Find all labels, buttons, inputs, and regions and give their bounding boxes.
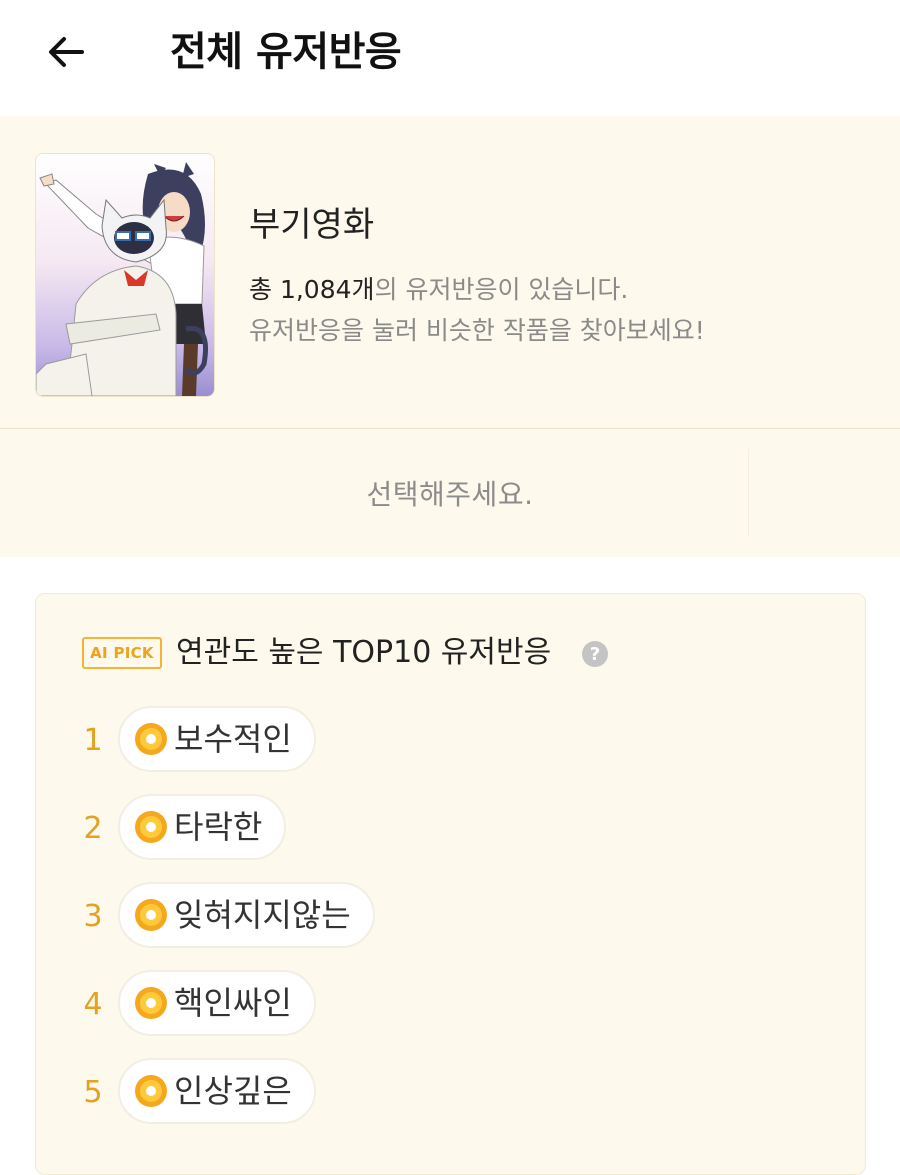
rank-number: 4 [83,987,103,1022]
reaction-chip[interactable]: 인상깊은 [118,1058,316,1124]
coin-icon [135,811,167,843]
ai-pick-badge: AI PICK [82,637,162,669]
reaction-chip[interactable]: 보수적인 [118,706,316,772]
rank-number: 2 [83,811,103,846]
thumbnail-illustration [36,154,214,396]
reaction-chip[interactable]: 핵인싸인 [118,970,316,1036]
hint-text: 유저반응을 눌러 비슷한 작품을 찾아보세요! [249,316,705,345]
page-title: 전체 유저반응 [170,29,402,75]
divider [748,449,749,537]
reaction-count-text: 총 1,084개의 유저반응이 있습니다. [249,271,628,309]
list-item: 3 잊혀지지않는 [36,882,865,952]
list-item: 1 보수적인 [36,706,865,776]
spacer [0,557,900,593]
coin-icon [135,899,167,931]
reaction-label: 타락한 [174,808,263,846]
work-summary-panel: 부기영화 총 1,084개의 유저반응이 있습니다. 유저반응을 눌러 비슷한 … [0,116,900,428]
coin-icon [135,987,167,1019]
reaction-chip[interactable]: 타락한 [118,794,287,860]
reaction-label: 핵인싸인 [174,984,292,1022]
reaction-label: 잊혀지지않는 [174,896,351,934]
rank-number: 1 [83,723,103,758]
list-item: 5 인상깊은 [36,1058,865,1128]
reaction-count: 1,084개 [279,275,375,304]
count-suffix: 의 유저반응이 있습니다. [374,275,629,304]
list-item: 4 핵인싸인 [36,970,865,1040]
select-placeholder: 선택해주세요. [366,478,534,511]
help-icon[interactable]: ? [582,641,608,667]
reaction-select-dropdown[interactable]: 선택해주세요. [0,429,900,557]
top10-title: 연관도 높은 TOP10 유저반응 [176,635,552,670]
arrow-left-icon [49,37,84,67]
rank-number: 5 [83,1075,103,1110]
work-thumbnail[interactable] [35,153,215,397]
work-title: 부기영화 [249,205,375,245]
count-prefix: 총 [249,275,280,304]
reaction-label: 보수적인 [174,720,292,758]
rank-number: 3 [83,899,103,934]
coin-icon [135,1075,167,1107]
top-bar: 전체 유저반응 [0,0,900,116]
reaction-label: 인상깊은 [174,1072,292,1110]
list-item: 2 타락한 [36,794,865,864]
reaction-chip[interactable]: 잊혀지지않는 [118,882,375,948]
top10-reactions-card: AI PICK 연관도 높은 TOP10 유저반응 ? 1 보수적인 2 타락한… [35,593,866,1175]
back-button[interactable] [36,22,96,82]
coin-icon [135,723,167,755]
